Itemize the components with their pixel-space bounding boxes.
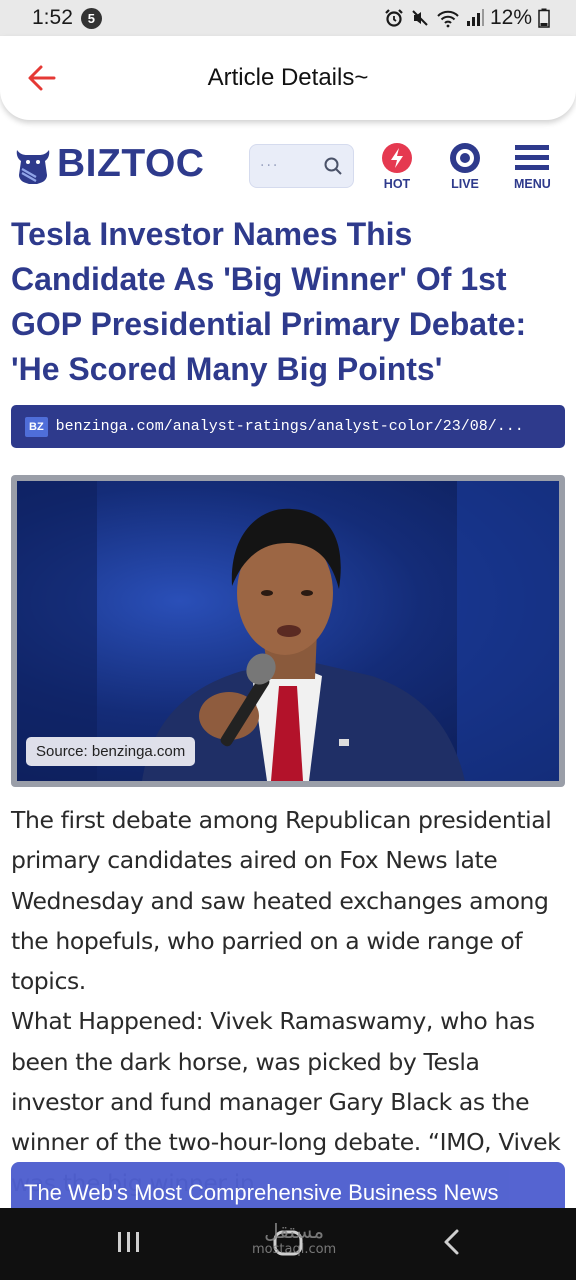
article-webview[interactable]: BIZTOC ··· HOT LIVE MENU Tesla Investor … — [0, 120, 576, 1208]
source-link[interactable]: BZ benzinga.com/analyst-ratings/analyst-… — [11, 405, 565, 448]
back-arrow-icon — [28, 65, 56, 91]
app-header: Article Details~ — [0, 36, 576, 120]
page-title: Article Details~ — [207, 64, 369, 91]
biztoc-logo[interactable]: BIZTOC — [11, 142, 204, 186]
bolt-icon — [382, 143, 412, 173]
image-caption: Source: benzinga.com — [26, 737, 196, 766]
battery-percent: 12% — [489, 6, 532, 29]
bull-logo-icon — [16, 150, 50, 184]
recent-apps-icon — [118, 1232, 139, 1252]
promo-banner[interactable]: The Web's Most Comprehensive Business Ne… — [11, 1162, 565, 1208]
source-url: benzinga.com/analyst-ratings/analyst-col… — [55, 418, 524, 435]
recent-apps-button[interactable] — [115, 1226, 143, 1262]
logo-text: BIZTOC — [57, 142, 205, 185]
system-nav-bar: مستقل mostaql.com — [0, 1208, 576, 1280]
status-time: 1:52 — [32, 6, 73, 29]
watermark-latin: mostaql.com — [252, 1242, 337, 1257]
live-target-icon — [450, 143, 480, 173]
watermark: مستقل mostaql.com — [252, 1220, 336, 1257]
article-body: The first debate among Republican presid… — [11, 800, 561, 1203]
search-icon — [324, 157, 342, 175]
hamburger-menu-icon — [515, 145, 550, 170]
nav-label-live: LIVE — [451, 177, 479, 191]
back-button[interactable] — [26, 62, 58, 94]
article-paragraph-1: The first debate among Republican presid… — [11, 806, 552, 996]
signal-icon — [466, 9, 484, 26]
nav-hot[interactable]: HOT — [381, 142, 413, 191]
site-header: BIZTOC ··· HOT LIVE MENU — [11, 142, 566, 198]
notification-count-badge: 5 — [80, 7, 102, 29]
status-icons: 12% — [384, 6, 550, 30]
nav-label-hot: HOT — [383, 177, 411, 191]
alarm-icon — [385, 9, 403, 27]
source-badge: BZ — [25, 416, 48, 437]
nav-label-menu: MENU — [514, 177, 551, 191]
article-image: Source: benzinga.com — [11, 475, 565, 787]
article-headline: Tesla Investor Names This Candidate As '… — [11, 216, 527, 387]
nav-menu[interactable]: MENU — [514, 142, 551, 191]
wifi-icon — [437, 10, 459, 28]
battery-icon — [538, 8, 550, 28]
article-photo: Source: benzinga.com — [17, 481, 559, 781]
system-back-button[interactable] — [438, 1226, 466, 1262]
mute-icon — [412, 10, 428, 26]
speaker-photo-illustration — [17, 481, 559, 781]
site-search-input[interactable]: ··· — [249, 144, 354, 188]
nav-live[interactable]: LIVE — [449, 142, 481, 191]
search-placeholder: ··· — [260, 158, 280, 174]
status-bar: 1:52 5 12% — [0, 0, 576, 36]
chevron-left-icon — [444, 1229, 459, 1255]
watermark-arabic: مستقل — [264, 1219, 325, 1243]
